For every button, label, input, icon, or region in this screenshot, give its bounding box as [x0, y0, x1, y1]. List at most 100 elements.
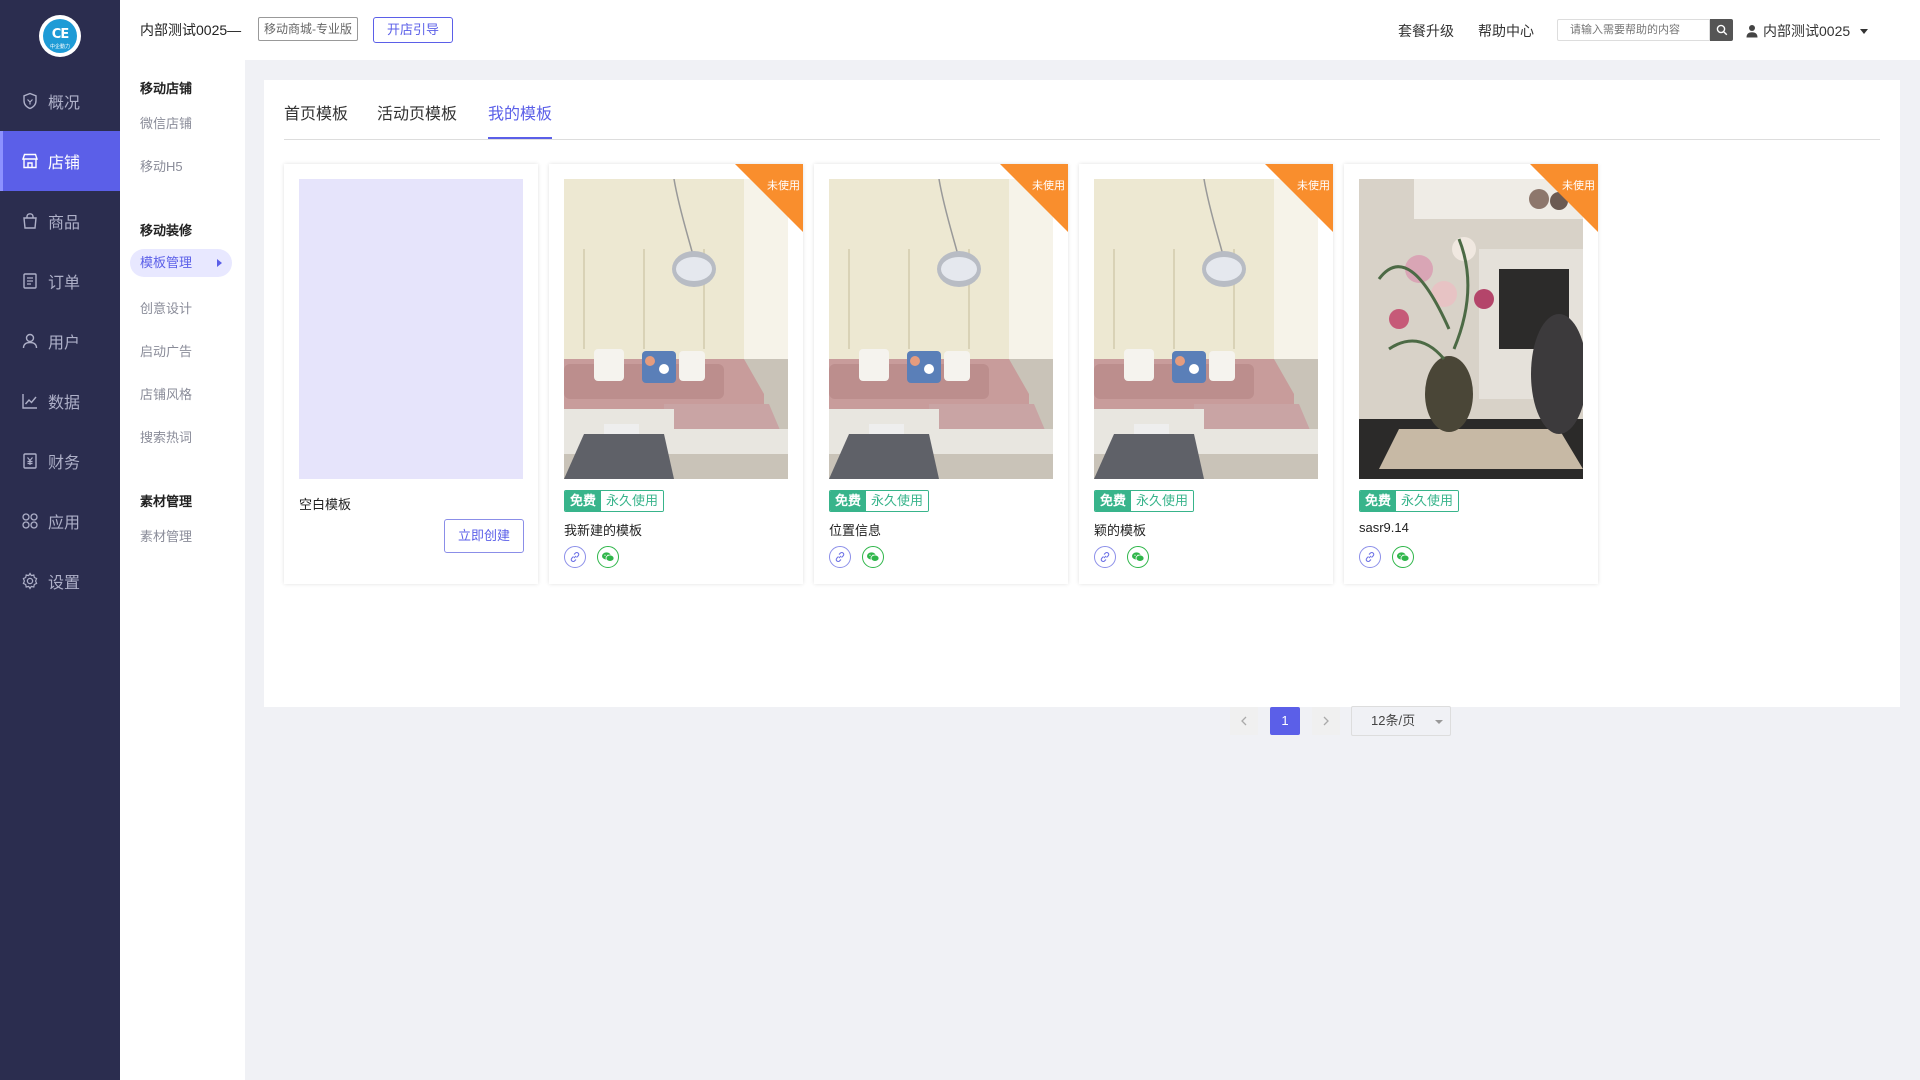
chevron-left-icon: [1241, 716, 1247, 726]
nav-item-products[interactable]: 商品: [0, 191, 120, 251]
finance-icon: [20, 451, 40, 471]
upgrade-link[interactable]: 套餐升级: [1398, 21, 1454, 41]
brand-logo[interactable]: CE 中企動力: [39, 15, 81, 57]
pagination-prev-button[interactable]: [1230, 707, 1258, 735]
nav-item-label: 设置: [48, 575, 81, 592]
wechat-icon: [867, 552, 880, 562]
nav-item-orders[interactable]: 订单: [0, 251, 120, 311]
tabs-divider: [284, 139, 1880, 140]
nav-item-data[interactable]: 数据: [0, 371, 120, 431]
wechat-button[interactable]: [862, 546, 884, 568]
sub-item-search-hotwords[interactable]: 搜索热词: [140, 427, 192, 446]
user-icon: [20, 331, 40, 351]
create-now-button[interactable]: 立即创建: [444, 519, 524, 553]
template-actions: [829, 546, 895, 568]
template-name: 我新建的模板: [564, 523, 643, 538]
permanent-tag: 永久使用: [866, 491, 929, 511]
link-button[interactable]: [829, 546, 851, 568]
edition-badge: 移动商城-专业版: [258, 17, 358, 41]
nav-item-store[interactable]: 店铺: [0, 131, 120, 191]
nav-item-label: 用户: [48, 335, 81, 352]
nav-item-settings[interactable]: 设置: [0, 551, 120, 611]
template-card[interactable]: 未使用 免费 永久使用 我新建的模板: [549, 164, 803, 584]
tab-my-templates[interactable]: 我的模板: [488, 100, 552, 124]
sub-group-title: 移动店铺: [140, 81, 193, 96]
link-icon: [570, 551, 580, 563]
shield-icon: [20, 91, 40, 111]
permanent-tag: 永久使用: [1396, 491, 1459, 511]
free-tag: 免费: [565, 491, 602, 511]
nav-item-apps[interactable]: 应用: [0, 491, 120, 551]
unused-ribbon: [1000, 164, 1068, 232]
template-name: 位置信息: [829, 523, 882, 538]
sub-sidebar: 移动店铺 微信店铺 移动H5 移动装修 模板管理 创意设计 启动广告 店铺风格 …: [120, 0, 245, 1080]
wechat-icon: [1132, 552, 1145, 562]
dropdown-arrow-icon: [1435, 720, 1443, 724]
link-button[interactable]: [1359, 546, 1381, 568]
template-card[interactable]: 未使用 免费 永久使用 sasr9.14: [1344, 164, 1598, 584]
chevron-right-icon: [1323, 716, 1329, 726]
page-size-select[interactable]: 12条/页: [1351, 706, 1451, 736]
template-actions: [1094, 546, 1160, 568]
permanent-tag: 永久使用: [1131, 491, 1194, 511]
nav-item-label: 店铺: [48, 155, 81, 172]
sub-item-wechat-store[interactable]: 微信店铺: [140, 113, 192, 132]
sub-group-title: 移动装修: [140, 223, 193, 238]
price-tag: 免费 永久使用: [1094, 490, 1195, 512]
dropdown-arrow-icon: [1860, 28, 1869, 34]
wechat-button[interactable]: [1392, 546, 1414, 568]
store-guide-button[interactable]: 开店引导: [373, 17, 453, 43]
status-badge: 未使用: [1032, 180, 1065, 192]
order-icon: [20, 271, 40, 291]
sub-item-creative-design[interactable]: 创意设计: [140, 298, 192, 317]
pagination-next-button[interactable]: [1312, 707, 1340, 735]
template-card[interactable]: 未使用 免费 永久使用 颖的模板: [1079, 164, 1333, 584]
tab-activity-templates[interactable]: 活动页模板: [377, 100, 457, 124]
nav-item-label: 订单: [48, 275, 81, 292]
sub-item-launch-ad[interactable]: 启动广告: [140, 341, 192, 360]
nav-item-overview[interactable]: 概况: [0, 71, 120, 131]
sub-item-template-management[interactable]: 模板管理: [130, 249, 232, 277]
link-button[interactable]: [1094, 546, 1116, 568]
nav-item-users[interactable]: 用户: [0, 311, 120, 371]
template-actions: [564, 546, 630, 568]
template-card[interactable]: 未使用 免费 永久使用 位置信息: [814, 164, 1068, 584]
link-icon: [1365, 551, 1375, 563]
blank-template-card: 空白模板 立即创建: [284, 164, 538, 584]
template-name: 颖的模板: [1094, 523, 1147, 538]
template-name: sasr9.14: [1359, 520, 1409, 535]
sub-item-mobile-h5[interactable]: 移动H5: [140, 156, 183, 175]
nav-item-label: 商品: [48, 215, 81, 232]
free-tag: 免费: [1095, 491, 1132, 511]
link-icon: [1100, 551, 1110, 563]
nav-item-label: 应用: [48, 515, 81, 532]
link-button[interactable]: [564, 546, 586, 568]
free-tag: 免费: [830, 491, 867, 511]
sub-item-material-management[interactable]: 素材管理: [140, 526, 192, 545]
page-size-value: 12条/页: [1371, 713, 1416, 728]
permanent-tag: 永久使用: [601, 491, 664, 511]
logo-mark: CE: [51, 26, 69, 42]
tab-home-templates[interactable]: 首页模板: [284, 100, 348, 124]
wechat-button[interactable]: [1127, 546, 1149, 568]
blank-template-preview: [299, 179, 523, 479]
help-search-input[interactable]: [1557, 19, 1710, 41]
user-menu[interactable]: 内部测试0025: [1745, 21, 1869, 41]
wechat-button[interactable]: [597, 546, 619, 568]
logo-subtitle: 中企動力: [49, 44, 70, 50]
link-icon: [835, 551, 845, 563]
pagination-page[interactable]: 1: [1270, 707, 1300, 735]
template-panel: 首页模板 活动页模板 我的模板 空白模板 立即创建 未使用 免费 永久使用 我新…: [264, 80, 1900, 736]
status-badge: 未使用: [1562, 180, 1595, 192]
nav-item-finance[interactable]: 财务: [0, 431, 120, 491]
search-button[interactable]: [1710, 19, 1733, 41]
wechat-icon: [1397, 552, 1410, 562]
help-center-link[interactable]: 帮助中心: [1478, 21, 1534, 41]
search-icon: [1716, 24, 1727, 36]
store-icon: [20, 151, 40, 171]
user-name: 内部测试0025: [1763, 23, 1851, 39]
sub-item-store-style[interactable]: 店铺风格: [140, 384, 192, 403]
nav-item-label: 概况: [48, 95, 81, 112]
chart-icon: [20, 391, 40, 411]
status-badge: 未使用: [767, 180, 800, 192]
